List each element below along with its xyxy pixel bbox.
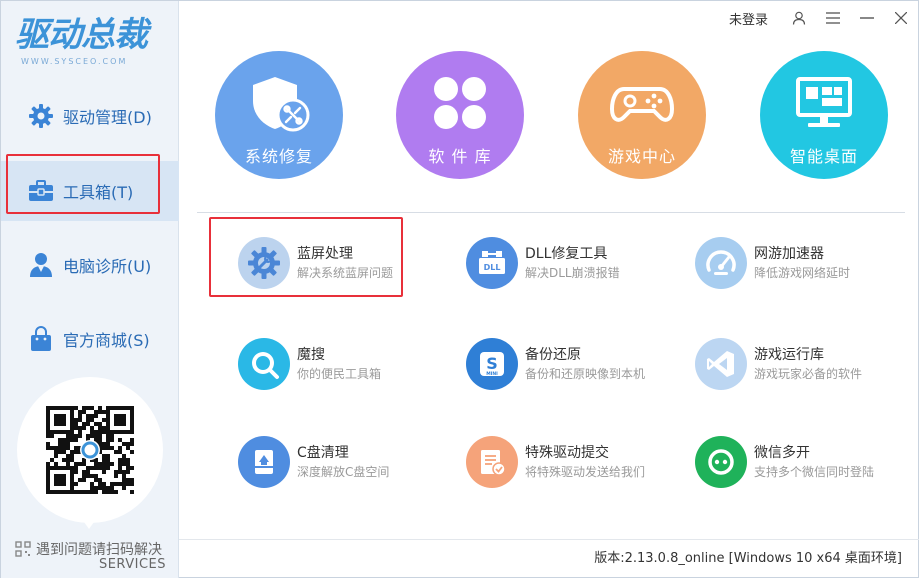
tool-desc: 深度解放C盘空间 [297,465,390,479]
app-window: 驱动总裁 WWW.SYSCEO.COM 驱动管理(D) 工具箱(T) 电脑诊所(… [0,0,919,578]
tool-desc: 降低游戏网络延时 [754,266,851,280]
tool-bluescreen-fix[interactable]: 蓝屏处理 解决系统蓝屏问题 [238,233,448,293]
help-text: 遇到问题请扫码解决 [36,542,162,558]
section-divider [197,212,905,213]
tool-desc: 备份和还原映像到本机 [525,367,646,381]
tool-desc: 解决DLL崩溃报错 [525,266,620,280]
tool-backup-restore[interactable]: S MINI 备份还原 备份和还原映像到本机 [466,334,676,394]
visual-studio-icon [695,338,747,390]
software-library-button[interactable]: 软 件 库 [396,51,524,179]
help-services-label: SERVICES [98,557,166,572]
tool-game-runtime[interactable]: 游戏运行库 游戏玩家必备的软件 [695,334,905,394]
tool-title: 蓝屏处理 [297,246,353,262]
speedometer-icon [695,237,747,289]
minimize-icon[interactable] [850,1,884,35]
logo-title: 驱动总裁 [15,15,148,55]
sidebar-item-toolbox[interactable]: 工具箱(T) [1,161,179,221]
tool-desc: 游戏玩家必备的软件 [754,367,863,381]
menu-icon[interactable] [816,1,850,35]
tool-title: C盘清理 [297,445,349,461]
close-icon[interactable] [884,1,918,35]
footer-divider [179,539,919,540]
help-line: 遇到问题请扫码解决 [15,539,162,559]
tool-title: 魔搜 [297,347,325,363]
tool-special-driver-submit[interactable]: 特殊驱动提交 将特殊驱动发送给我们 [466,432,676,492]
svg-text:DLL: DLL [484,263,501,272]
tool-desc: 支持多个微信同时登陆 [754,465,875,479]
system-repair-button[interactable]: 系统修复 [215,51,343,179]
logo-url: WWW.SYSCEO.COM [21,57,128,66]
tool-desc: 将特殊驱动发送给我们 [525,465,646,479]
backup-icon: S MINI [466,338,518,390]
document-check-icon [466,436,518,488]
tool-title: 微信多开 [754,445,810,461]
tool-title: 备份还原 [525,347,581,363]
sidebar: 驱动总裁 WWW.SYSCEO.COM 驱动管理(D) 工具箱(T) 电脑诊所(… [1,1,179,578]
tool-dll-repair[interactable]: DLL DLL修复工具 解决DLL崩溃报错 [466,233,676,293]
sidebar-item-label: 官方商城(S) [63,331,150,350]
game-center-button[interactable]: 游戏中心 [578,51,706,179]
tool-c-drive-cleanup[interactable]: C盘清理 深度解放C盘空间 [238,432,448,492]
tool-mosou[interactable]: 魔搜 你的便民工具箱 [238,334,448,394]
smart-desktop-button[interactable]: 智能桌面 [760,51,888,179]
big-button-label: 软 件 库 [428,147,492,166]
clover-icon [428,71,492,135]
sidebar-item-official-store[interactable]: 官方商城(S) [1,309,179,369]
tool-title: DLL修复工具 [525,246,608,262]
svg-text:S: S [486,354,498,373]
tool-game-accelerator[interactable]: 网游加速器 降低游戏网络延时 [695,233,905,293]
toolbox-icon [27,177,55,205]
sidebar-item-pc-clinic[interactable]: 电脑诊所(U) [1,235,179,295]
sidebar-item-label: 工具箱(T) [63,183,134,202]
qr-scan-icon [15,541,31,557]
tool-title: 游戏运行库 [754,347,824,363]
disk-clean-icon [238,436,290,488]
sidebar-item-label: 电脑诊所(U) [63,257,152,276]
svg-text:MINI: MINI [486,371,498,377]
logo: 驱动总裁 WWW.SYSCEO.COM [15,15,165,71]
gear-wrench-icon [238,237,290,289]
search-icon [238,338,290,390]
sidebar-item-driver-management[interactable]: 驱动管理(D) [1,86,179,146]
version-text: 版本:2.13.0.8_online [Windows 10 x64 桌面环境] [594,551,902,566]
titlebar: 未登录 [729,1,918,35]
tool-title: 特殊驱动提交 [525,445,609,461]
doctor-icon [27,251,55,279]
monitor-icon [792,71,856,135]
big-button-label: 系统修复 [244,147,313,166]
shopping-bag-icon [27,325,55,353]
tool-desc: 解决系统蓝屏问题 [297,266,394,280]
user-icon[interactable] [782,1,816,35]
dll-icon: DLL [466,237,518,289]
tool-wechat-multi-open[interactable]: 微信多开 支持多个微信同时登陆 [695,432,905,492]
big-button-label: 智能桌面 [789,147,858,166]
wechat-icon [695,436,747,488]
gear-icon [27,102,55,130]
tool-title: 网游加速器 [754,246,824,262]
tool-desc: 你的便民工具箱 [297,367,382,381]
gamepad-icon [610,71,674,135]
qr-code [46,406,134,494]
qr-bubble-tail [79,515,99,529]
shield-repair-icon [247,71,311,135]
login-link[interactable]: 未登录 [729,9,768,28]
big-button-label: 游戏中心 [607,147,676,166]
sidebar-item-label: 驱动管理(D) [63,108,152,127]
